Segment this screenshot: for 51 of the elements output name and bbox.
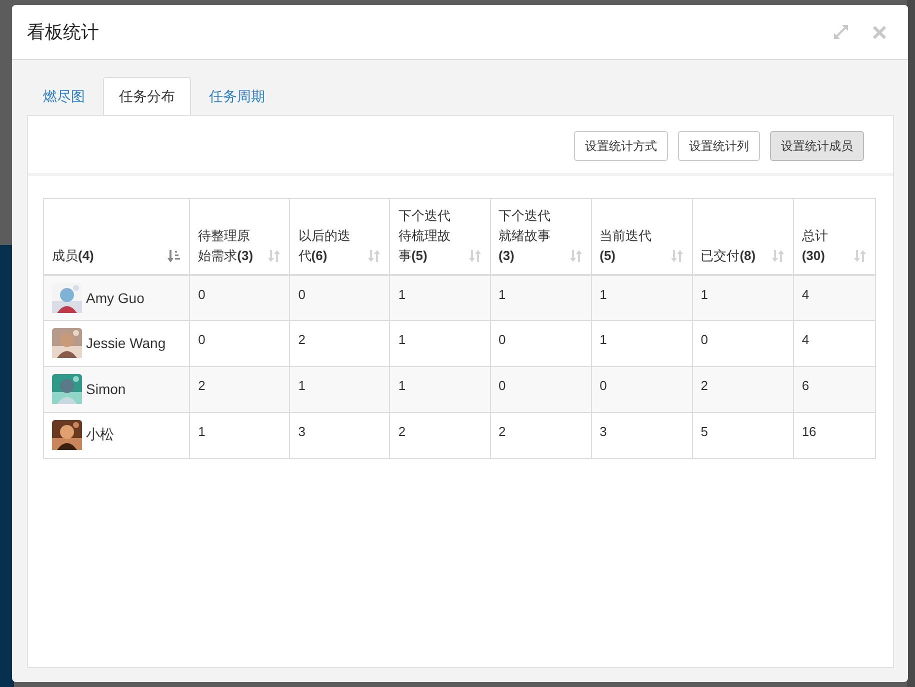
column-header[interactable]: 总计(30) — [793, 198, 876, 274]
count-value: 1 — [298, 378, 306, 393]
count-value: 1 — [398, 332, 406, 347]
count-value: 16 — [802, 424, 816, 439]
count-value: 0 — [298, 286, 306, 302]
sort-icon[interactable] — [267, 248, 282, 262]
member-name: Amy Guo — [86, 290, 144, 306]
count-value: 2 — [298, 332, 306, 347]
settings-button[interactable]: 设置统计方式 — [574, 131, 668, 161]
tab[interactable]: 任务周期 — [193, 77, 281, 116]
tab[interactable]: 任务分布 — [103, 77, 191, 116]
count-value: 2 — [498, 424, 506, 439]
tab[interactable]: 燃尽图 — [27, 77, 101, 116]
settings-button[interactable]: 设置统计成员 — [770, 131, 864, 161]
member-name: Simon — [86, 381, 126, 397]
count-value: 0 — [198, 332, 206, 347]
count-value: 1 — [498, 286, 506, 302]
count-value: 1 — [398, 286, 406, 302]
count-value: 1 — [198, 424, 206, 439]
count-value: 0 — [198, 286, 206, 302]
sort-icon[interactable] — [670, 248, 684, 262]
sort-icon[interactable] — [167, 248, 182, 262]
count-value: 0 — [700, 332, 708, 347]
member-name: 小松 — [86, 426, 114, 444]
count-value: 2 — [700, 378, 708, 393]
count-value: 3 — [600, 424, 607, 439]
count-value: 0 — [498, 332, 506, 347]
count-value: 2 — [198, 378, 206, 393]
count-value: 0 — [600, 378, 607, 393]
settings-button[interactable]: 设置统计列 — [678, 131, 760, 161]
sort-icon[interactable] — [770, 248, 785, 262]
column-header[interactable]: 成员(4) — [44, 198, 190, 274]
sort-icon[interactable] — [367, 248, 382, 262]
expand-icon[interactable] — [833, 24, 849, 40]
count-value: 1 — [398, 378, 406, 393]
count-value: 3 — [298, 424, 306, 439]
sort-icon[interactable] — [468, 248, 482, 262]
dialog-title: 看板统计 — [27, 21, 99, 44]
count-value: 2 — [398, 424, 406, 439]
count-value: 4 — [802, 286, 810, 302]
sort-icon[interactable] — [568, 248, 583, 262]
close-icon[interactable] — [873, 26, 886, 38]
member-name: Jessie Wang — [86, 335, 166, 351]
count-value: 1 — [600, 332, 607, 347]
count-value: 1 — [700, 286, 708, 302]
sort-icon[interactable] — [853, 248, 867, 262]
count-value: 5 — [700, 424, 708, 439]
count-value: 0 — [498, 378, 506, 393]
count-value: 6 — [802, 378, 810, 393]
count-value: 4 — [802, 332, 810, 347]
count-value: 1 — [600, 286, 607, 302]
